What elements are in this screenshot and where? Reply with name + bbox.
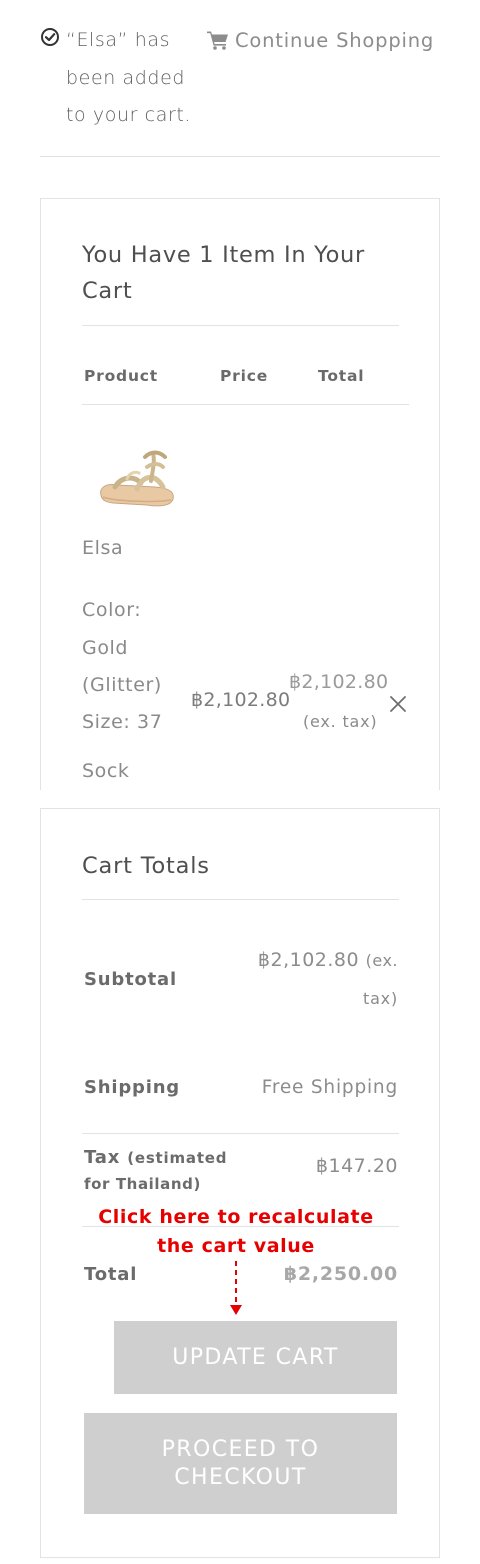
product-meta-line: (Glitter) bbox=[82, 674, 162, 696]
divider bbox=[82, 325, 399, 326]
cart-totals-title: Cart Totals bbox=[82, 853, 210, 879]
notice-line: “Elsa” has bbox=[66, 29, 171, 51]
cart-title-line: You Have 1 Item In Your bbox=[82, 242, 365, 268]
subtotal-note-2: tax) bbox=[363, 989, 398, 1008]
close-icon[interactable] bbox=[387, 693, 409, 715]
tax-note: for Thailand) bbox=[84, 1175, 201, 1193]
cart-panel: You Have 1 Item In Your Cart Product Pri… bbox=[40, 198, 440, 790]
column-header-total: Total bbox=[318, 367, 365, 385]
product-name-link[interactable]: Elsa bbox=[82, 537, 123, 559]
product-color: Color: Gold (Glitter) bbox=[82, 592, 182, 705]
product-total-note: (ex. tax) bbox=[303, 712, 378, 731]
product-sock: Sock bbox=[82, 760, 130, 782]
product-total: ฿2,102.80 bbox=[289, 671, 389, 693]
proceed-to-checkout-button[interactable]: PROCEED TO CHECKOUT bbox=[84, 1413, 397, 1514]
product-meta-line: Color: bbox=[82, 599, 142, 621]
continue-shopping-label: Continue Shopping bbox=[235, 28, 435, 52]
cart-notice: “Elsa” has been added to your cart. Cont… bbox=[40, 22, 440, 158]
product-image[interactable] bbox=[93, 443, 181, 515]
product-meta-line: Gold bbox=[82, 636, 129, 659]
total-label: Total bbox=[84, 1264, 138, 1285]
subtotal-note: (ex. bbox=[365, 951, 398, 970]
shopping-cart-icon bbox=[207, 31, 228, 50]
notice-message: “Elsa” has been added to your cart. bbox=[66, 22, 216, 135]
notice-line: been added bbox=[66, 66, 186, 89]
notice-divider bbox=[40, 156, 440, 157]
product-size: Size: 37 bbox=[82, 711, 163, 733]
tax-label: Tax (estimated bbox=[84, 1141, 244, 1175]
column-header-price: Price bbox=[220, 367, 269, 385]
subtotal-label: Subtotal bbox=[84, 969, 177, 990]
divider bbox=[82, 899, 399, 900]
tax-label-text: Tax bbox=[84, 1147, 121, 1168]
subtotal-value: ฿2,102.80 (ex. bbox=[258, 949, 398, 971]
continue-shopping-link[interactable]: Continue Shopping bbox=[207, 24, 434, 56]
shipping-value: Free Shipping bbox=[261, 1077, 398, 1098]
recalculate-callout: Click here to recalculate the cart value bbox=[81, 1203, 391, 1261]
divider bbox=[82, 1133, 399, 1134]
divider bbox=[82, 404, 409, 405]
tax-label-suffix: (estimated bbox=[127, 1149, 228, 1167]
total-value: ฿2,250.00 bbox=[283, 1263, 398, 1285]
cart-title: You Have 1 Item In Your Cart bbox=[82, 237, 402, 309]
cart-title-line: Cart bbox=[82, 278, 133, 304]
tax-value: ฿147.20 bbox=[315, 1155, 398, 1177]
cart-totals-panel: Cart Totals Subtotal ฿2,102.80 (ex. tax)… bbox=[40, 808, 440, 1558]
shipping-label: Shipping bbox=[84, 1077, 180, 1098]
arrow-down-icon bbox=[230, 1261, 242, 1315]
column-header-product: Product bbox=[84, 367, 158, 385]
update-cart-button[interactable]: UPDATE CART bbox=[114, 1321, 397, 1394]
product-price: ฿2,102.80 bbox=[191, 689, 291, 711]
notice-line: to your cart. bbox=[66, 104, 192, 126]
callout-line: Click here to recalculate bbox=[98, 1206, 374, 1228]
callout-line: the cart value bbox=[157, 1235, 315, 1257]
check-circle-icon bbox=[41, 28, 59, 46]
subtotal-amount: ฿2,102.80 bbox=[257, 949, 360, 971]
